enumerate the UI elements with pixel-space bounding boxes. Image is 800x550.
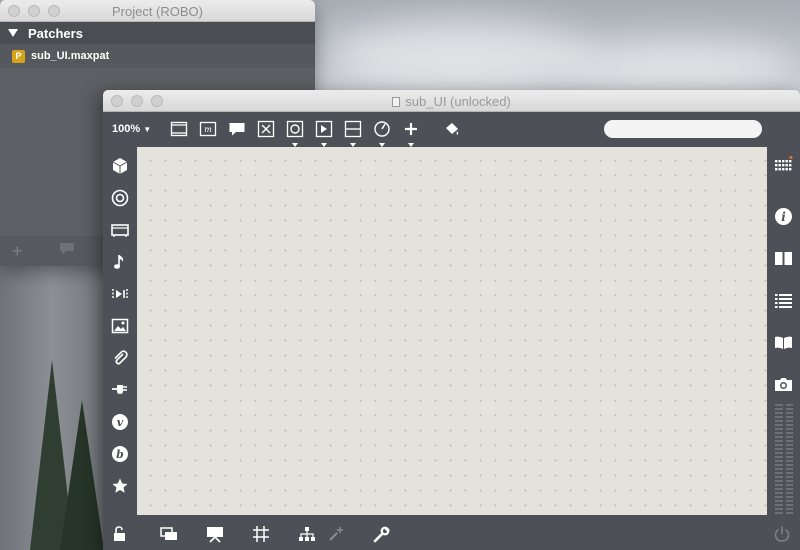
document-icon	[392, 97, 401, 107]
right-sidebar: i	[767, 146, 800, 518]
button-icon[interactable]	[286, 120, 304, 147]
list-icon[interactable]	[774, 291, 793, 310]
zoom-level: 100%	[112, 123, 141, 135]
cube-icon[interactable]	[111, 157, 129, 175]
disclosure-triangle-icon[interactable]	[8, 26, 18, 41]
number-icon[interactable]	[344, 120, 362, 147]
plug-icon[interactable]	[111, 381, 129, 399]
paperclip-icon[interactable]	[111, 349, 129, 367]
bottom-toolbar	[103, 518, 800, 550]
presentation-mode-icon[interactable]	[206, 525, 224, 543]
v-badge-label: v	[117, 416, 124, 429]
toolbar: 100% ▼ m	[103, 112, 800, 147]
step-sequence-icon[interactable]	[111, 285, 129, 303]
file-name: sub_UI.maxpat	[31, 50, 110, 62]
v-badge-icon[interactable]: v	[111, 413, 129, 431]
wrench-icon[interactable]	[373, 525, 391, 543]
cloud	[330, 20, 590, 90]
grid-snap-icon[interactable]	[252, 525, 270, 543]
comment-icon[interactable]	[59, 242, 75, 261]
svg-text:i: i	[781, 210, 786, 224]
dial-icon[interactable]	[373, 120, 391, 147]
patcher-titlebar[interactable]: sub_UI (unlocked)	[103, 90, 800, 112]
camera-icon[interactable]	[774, 375, 793, 394]
left-sidebar: v b	[103, 146, 137, 518]
lock-icon[interactable]	[111, 525, 129, 543]
project-titlebar[interactable]: Project (ROBO)	[0, 0, 315, 22]
patcher-title: sub_UI (unlocked)	[405, 94, 511, 109]
zoom-control[interactable]: 100% ▼	[112, 123, 170, 135]
message-icon[interactable]: m	[199, 120, 217, 138]
book-icon[interactable]	[774, 249, 793, 268]
list-item-sub-ui-maxpat[interactable]: P sub_UI.maxpat	[0, 44, 315, 68]
presentation-windows-icon[interactable]	[160, 525, 178, 543]
patcher-badge-icon: P	[12, 49, 25, 63]
b-badge-icon[interactable]: b	[111, 445, 129, 463]
wand-icon[interactable]	[327, 525, 345, 543]
target-icon[interactable]	[111, 189, 129, 207]
patchers-section-header[interactable]: Patchers	[0, 22, 315, 44]
add-icon[interactable]	[402, 120, 420, 147]
star-icon[interactable]	[111, 477, 129, 495]
tree	[60, 400, 104, 550]
project-title: Project (ROBO)	[111, 4, 203, 19]
cloud	[560, 40, 800, 90]
slider-icon[interactable]	[315, 120, 333, 147]
b-badge-label: b	[116, 448, 124, 461]
patchers-label: Patchers	[28, 25, 83, 41]
comment-icon[interactable]	[228, 120, 246, 138]
level-meter	[775, 404, 793, 514]
patcher-canvas[interactable]	[137, 147, 767, 515]
toggle-icon[interactable]	[257, 120, 275, 138]
chevron-down-icon: ▼	[143, 125, 152, 134]
patcher-window: sub_UI (unlocked) 100% ▼ m v b i	[103, 90, 800, 550]
power-icon[interactable]	[773, 525, 791, 543]
video-icon[interactable]	[111, 221, 129, 239]
plus-icon[interactable]: +	[12, 241, 23, 262]
info-icon[interactable]: i	[774, 207, 793, 226]
paint-bucket-icon[interactable]	[443, 120, 461, 138]
reference-book-icon[interactable]	[774, 333, 793, 352]
meter-channel	[785, 404, 793, 514]
music-note-icon[interactable]	[111, 253, 129, 271]
meter-channel	[775, 404, 783, 514]
hierarchy-icon[interactable]	[298, 525, 316, 543]
search-input[interactable]	[604, 120, 762, 138]
grid-icon[interactable]	[774, 156, 793, 175]
image-icon[interactable]	[111, 317, 129, 335]
patcher-title-wrap: sub_UI (unlocked)	[103, 94, 800, 109]
new-object-icon[interactable]	[170, 120, 188, 138]
svg-text:m: m	[204, 125, 212, 134]
